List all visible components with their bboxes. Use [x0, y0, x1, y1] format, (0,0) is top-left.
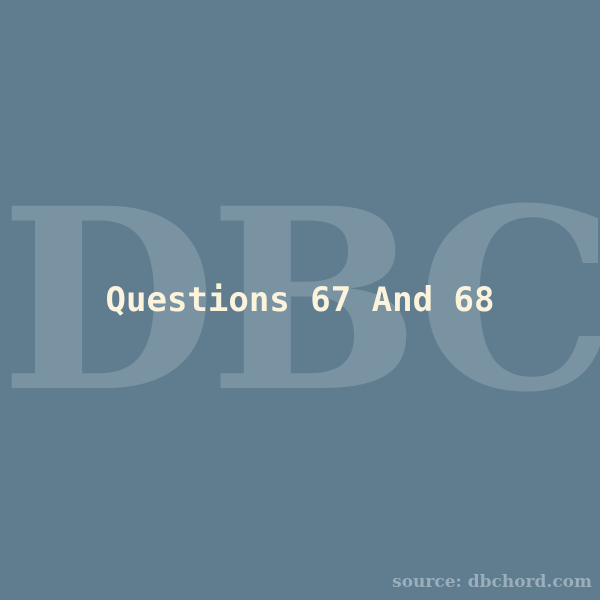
source-credit: source: dbchord.com [392, 572, 592, 592]
page-title: Questions 67 And 68 [105, 280, 495, 320]
